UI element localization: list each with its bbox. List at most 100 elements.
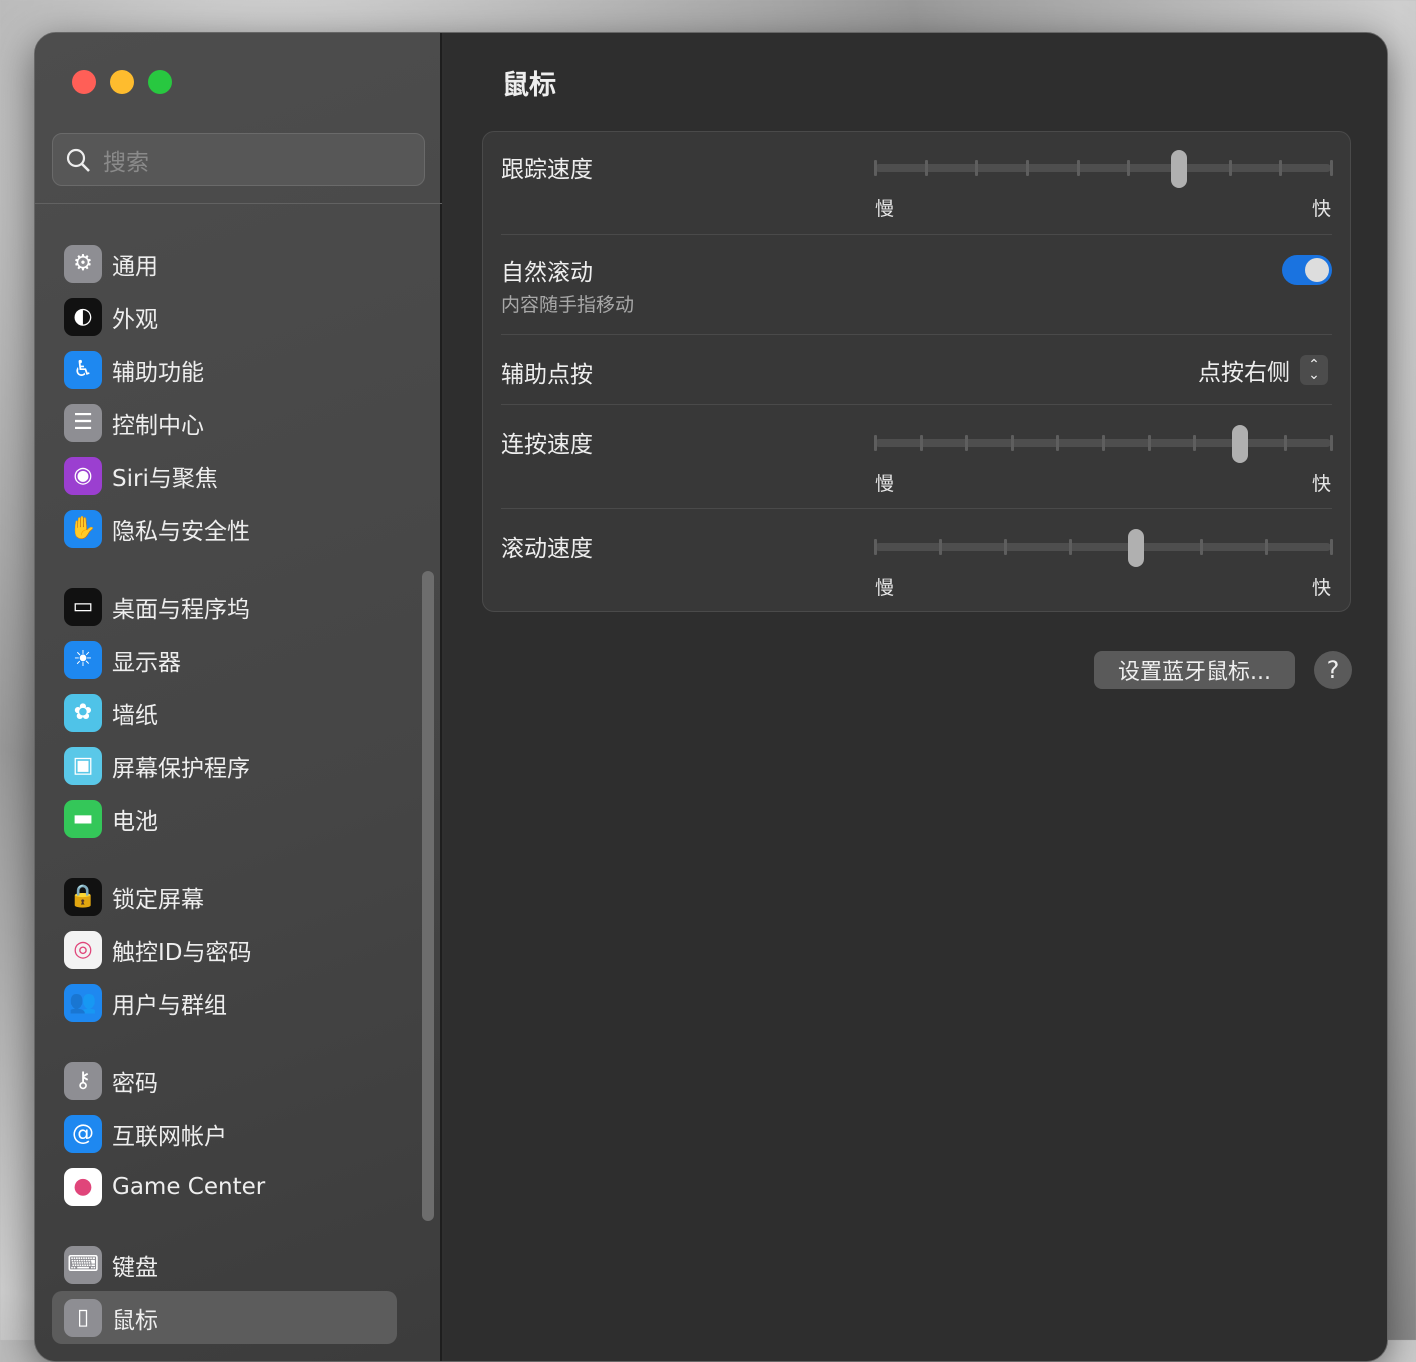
secondary-click-popup[interactable]: 点按右侧 ⌃⌄ [1198,353,1328,387]
double-click-speed-slider[interactable]: 慢 快 [875,421,1331,481]
main-pane: 鼠标 跟踪速度 慢 快 自然滚动 内容随手指移动 辅助点按 点按右侧 ⌃⌄ 连按… [444,33,1387,1361]
tracking-speed-row: 跟踪速度 慢 快 [501,132,1332,235]
slider-tick [1330,539,1333,555]
sidebar-item-label: 电池 [112,802,158,836]
slider-tick [1193,435,1196,451]
lock-icon: 🔒 [64,878,102,916]
scroll-speed-row: 滚动速度 慢 快 [501,509,1332,613]
natural-scroll-toggle[interactable] [1282,255,1332,285]
secondary-click-label: 辅助点按 [501,355,593,389]
sidebar-item-label: 墙纸 [112,696,158,730]
divider [35,203,442,204]
keyboard-icon: ⌨ [64,1246,102,1284]
sidebar-item-label: Game Center [112,1174,265,1200]
search-placeholder: 搜索 [103,143,149,177]
sidebar-item-label: 辅助功能 [112,353,204,387]
fast-label: 快 [1312,573,1331,600]
mouse-icon: ▯ [64,1299,102,1337]
slider-tick [874,160,877,176]
sidebar-item[interactable]: ✋隐私与安全性 [52,502,397,555]
wallpaper-icon: ✿ [64,694,102,732]
minimize-button[interactable] [110,70,134,94]
sidebar-item-label: 触控ID与密码 [112,933,252,967]
slider-thumb[interactable] [1128,529,1144,567]
sidebar-item[interactable]: ✿ 墙纸 [52,686,397,739]
game-center-icon: ● [64,1168,102,1206]
fingerprint-icon: ◎ [64,931,102,969]
slider-tick [920,435,923,451]
sidebar-item-label: 互联网帐户 [112,1117,227,1151]
sidebar-item[interactable]: ▯ 鼠标 [52,1291,397,1344]
sidebar-item[interactable]: ♿ 辅助功能 [52,343,397,396]
sidebar-item-label: Siri与聚焦 [112,459,218,493]
sidebar-item-label: 锁定屏幕 [112,880,204,914]
search-icon [65,147,91,173]
sidebar-item[interactable]: ▬ 电池 [52,792,397,845]
sidebar-item[interactable]: ⚷密码 [52,1054,397,1107]
gear-icon: ⚙ [64,245,102,283]
dock-icon: ▭ [64,588,102,626]
accessibility-icon: ♿ [64,351,102,389]
scroll-speed-slider[interactable]: 慢 快 [875,525,1331,585]
sidebar-item[interactable]: ◐外观 [52,290,397,343]
sidebar-item[interactable]: ◉Siri与聚焦 [52,449,397,502]
sidebar-item-label: 屏幕保护程序 [112,749,250,783]
sidebar-item-label: 显示器 [112,643,181,677]
battery-icon: ▬ [64,800,102,838]
slider-tick [965,435,968,451]
sidebar-item[interactable]: 👥用户与群组 [52,976,397,1029]
search-input[interactable]: 搜索 [52,133,425,186]
slider-tick [1011,435,1014,451]
slider-tick [1265,539,1268,555]
sidebar-item-label: 隐私与安全性 [112,512,250,546]
slider-tick [1102,435,1105,451]
close-button[interactable] [72,70,96,94]
slider-tick [1026,160,1029,176]
slider-thumb[interactable] [1232,425,1248,463]
double-click-label: 连按速度 [501,425,593,459]
slider-tick [1284,435,1287,451]
sidebar-item[interactable]: ● Game Center [52,1160,397,1213]
slider-tick [975,160,978,176]
traffic-lights [72,70,172,94]
sidebar-item[interactable]: ▭桌面与程序坞 [52,580,397,633]
chevron-up-down-icon: ⌃⌄ [1300,355,1328,385]
slider-tick [1148,435,1151,451]
sidebar-item[interactable]: ◎ 触控ID与密码 [52,923,397,976]
help-button[interactable]: ? [1314,651,1352,689]
screensaver-icon: ▣ [64,747,102,785]
natural-scroll-label: 自然滚动 [501,253,593,287]
sidebar-scrollbar[interactable] [422,571,434,1221]
sidebar-item[interactable]: 🔒 锁定屏幕 [52,870,397,923]
slider-tick [874,539,877,555]
at-icon: @ [64,1115,102,1153]
sidebar-item-label: 控制中心 [112,406,204,440]
users-icon: 👥 [64,984,102,1022]
sidebar-item[interactable]: ⚙ 通用 [52,237,397,290]
sidebar-nav: ⚙ 通用 ◐外观 ♿ 辅助功能 ☰控制中心◉Siri与聚焦✋隐私与安全性 ▭桌面与程序坞☀显… [52,237,397,1344]
slow-label: 慢 [875,573,894,600]
slider-tick [1004,539,1007,555]
sidebar: 搜索 ⚙ 通用 ◐外观 ♿ 辅助功能 ☰控制中心◉Siri与聚焦✋隐私与安全性 ▭桌面与程序… [35,33,442,1361]
slider-tick [939,539,942,555]
sidebar-item[interactable]: ⌨键盘 [52,1238,397,1291]
sidebar-item[interactable]: ☰控制中心 [52,396,397,449]
sidebar-item-label: 鼠标 [112,1301,158,1335]
tracking-speed-slider[interactable]: 慢 快 [875,146,1331,206]
slider-tick [1330,435,1333,451]
slow-label: 慢 [875,469,894,496]
sidebar-item[interactable]: @ 互联网帐户 [52,1107,397,1160]
slider-tick [925,160,928,176]
mouse-settings-panel: 跟踪速度 慢 快 自然滚动 内容随手指移动 辅助点按 点按右侧 ⌃⌄ 连按速度 … [482,131,1351,612]
zoom-button[interactable] [148,70,172,94]
setup-bluetooth-mouse-button[interactable]: 设置蓝牙鼠标... [1094,651,1295,689]
slider-thumb[interactable] [1171,150,1187,188]
page-title: 鼠标 [502,63,556,102]
sidebar-item-label: 通用 [112,247,158,281]
slider-tick [1056,435,1059,451]
sidebar-item-label: 密码 [112,1064,158,1098]
slider-tick [1200,539,1203,555]
slider-tick [874,435,877,451]
sidebar-item[interactable]: ▣ 屏幕保护程序 [52,739,397,792]
sidebar-item[interactable]: ☀显示器 [52,633,397,686]
